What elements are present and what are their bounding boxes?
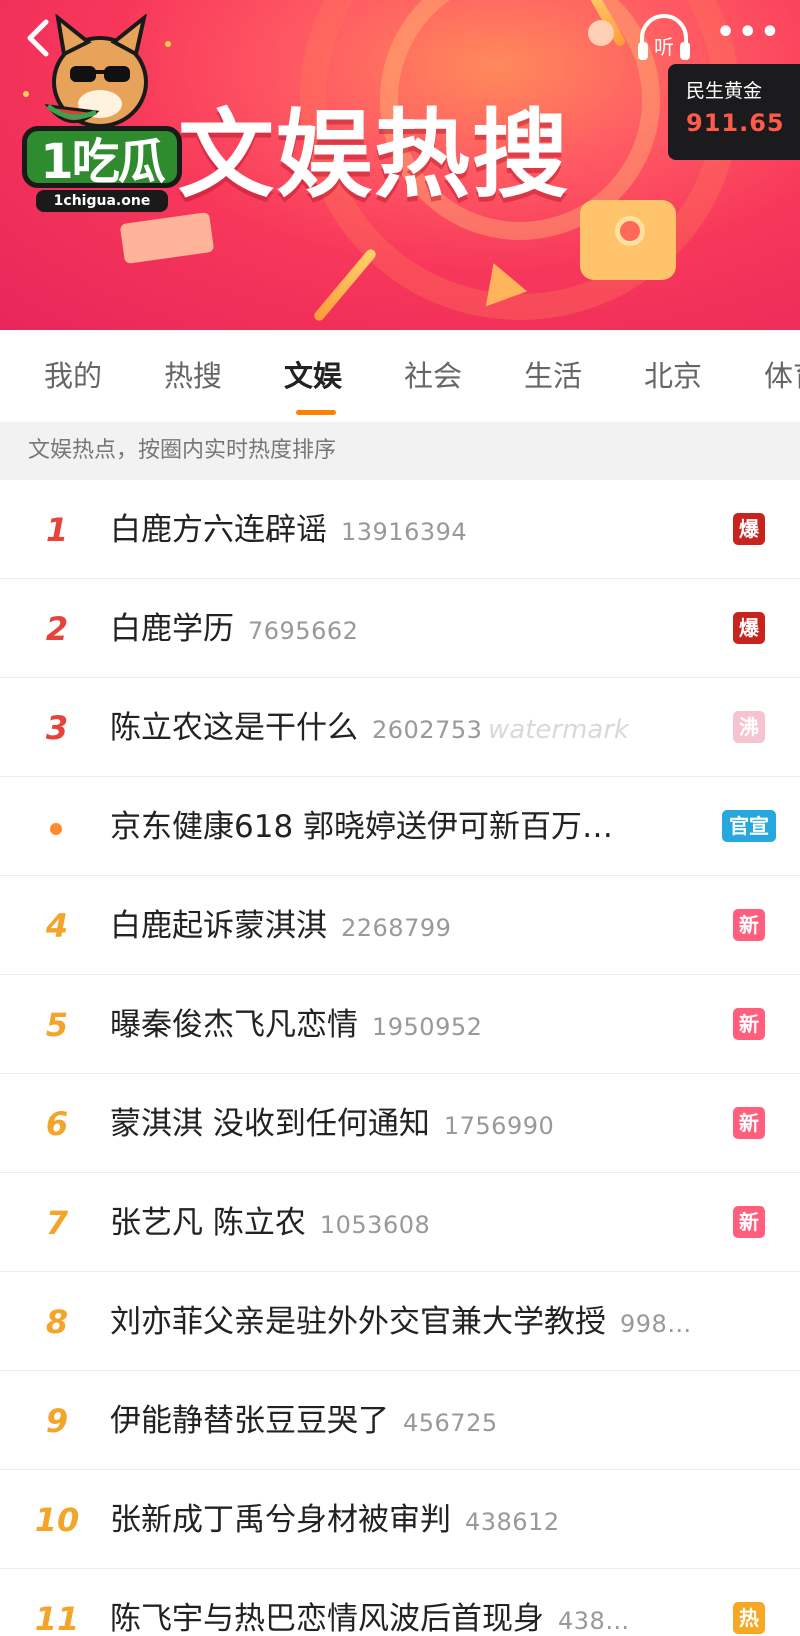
topic-title[interactable]: 曝秦俊杰飞凡恋情 1950952	[110, 1003, 482, 1047]
hot-search-list: 1 白鹿方六连辟谣 13916394 爆 2 白鹿学历 7695662 爆 3 陈立…	[0, 480, 800, 1636]
rank-number: 11	[34, 1600, 80, 1636]
topic-title[interactable]: 张新成丁禹兮身材被审判 438612	[110, 1498, 560, 1542]
heat-value: 438612	[465, 1508, 560, 1536]
rank-number: 2	[45, 610, 69, 648]
promoted-dot-icon	[50, 823, 62, 835]
topic-title[interactable]: 张艺凡 陈立农 1053608	[110, 1201, 430, 1245]
official-badge: 官宣	[722, 810, 776, 842]
topic-text: 京东健康618 郭晓婷送伊可新百万…	[110, 809, 614, 845]
list-item[interactable]: 11 陈飞宇与热巴恋情风波后首现身 438… 热	[0, 1569, 800, 1636]
rank-number: 1	[45, 511, 69, 549]
list-item[interactable]: 9 伊能静替张豆豆哭了 456725	[0, 1371, 800, 1470]
watermark-overlay: watermark	[488, 708, 728, 752]
logo-badge-text: 1吃瓜	[22, 126, 182, 190]
tab-hot-search[interactable]: 热搜	[164, 356, 222, 396]
list-item[interactable]: 8 刘亦菲父亲是驻外外交官兼大学教授 998…	[0, 1272, 800, 1371]
camera-lens	[615, 216, 645, 246]
banner-decoration-dot	[588, 20, 614, 46]
rank-number: 9	[45, 1402, 69, 1440]
listen-label: 听	[654, 35, 674, 59]
hot-badge: 热	[733, 1602, 765, 1634]
list-item-promoted[interactable]: 京东健康618 郭晓婷送伊可新百万… 官宣	[0, 777, 800, 876]
rank-number: 10	[34, 1501, 80, 1539]
topic-text: 陈飞宇与热巴恋情风波后首现身	[110, 1601, 544, 1636]
heat-value: 7695662	[248, 617, 359, 645]
cartoon-mascot-icon	[23, 14, 171, 128]
book-illustration	[119, 211, 215, 265]
banner-decoration-ray	[312, 247, 378, 323]
site-watermark-logo: 1吃瓜 1chigua.one	[18, 14, 183, 214]
heat-value: 998…	[620, 1310, 692, 1338]
heat-value: 2602753	[372, 716, 483, 744]
rank-number: 6	[45, 1105, 69, 1143]
rank-number: 5	[45, 1006, 69, 1044]
tab-beijing[interactable]: 北京	[644, 356, 702, 396]
topic-title[interactable]: 陈飞宇与热巴恋情风波后首现身 438…	[110, 1597, 630, 1636]
page-headline: 文娱热搜	[178, 99, 570, 211]
topic-text: 陈立农这是干什么	[110, 710, 358, 746]
topic-title[interactable]: 白鹿方六连辟谣 13916394	[110, 508, 467, 552]
heat-value: 438…	[558, 1607, 630, 1635]
tab-society[interactable]: 社会	[404, 356, 462, 396]
rank-number: 3	[45, 709, 69, 747]
rank-number: 4	[45, 907, 69, 945]
tab-life[interactable]: 生活	[524, 356, 582, 396]
tab-entertainment[interactable]: 文娱	[284, 356, 342, 396]
topic-text: 刘亦菲父亲是驻外外交官兼大学教授	[110, 1304, 606, 1340]
list-item[interactable]: 10 张新成丁禹兮身材被审判 438612	[0, 1470, 800, 1569]
topic-title[interactable]: 刘亦菲父亲是驻外外交官兼大学教授 998…	[110, 1300, 692, 1344]
topic-text: 白鹿起诉蒙淇淇	[110, 908, 327, 944]
listen-button[interactable]: 听	[636, 14, 692, 64]
gold-price-card[interactable]: 民生黄金 911.65	[668, 64, 800, 160]
topic-title[interactable]: 伊能静替张豆豆哭了 456725	[110, 1399, 498, 1443]
topic-title[interactable]: 蒙淇淇 没收到任何通知 1756990	[110, 1102, 554, 1146]
topic-text: 曝秦俊杰飞凡恋情	[110, 1007, 358, 1043]
headphones-icon: 听	[638, 14, 690, 60]
topic-title[interactable]: 白鹿学历 7695662	[110, 607, 358, 651]
rank-number: 8	[45, 1303, 69, 1341]
new-badge: 新	[733, 1107, 765, 1139]
explosive-badge: 爆	[733, 612, 765, 644]
heat-value: 1950952	[372, 1013, 483, 1041]
heat-value: 2268799	[341, 914, 452, 942]
topic-title[interactable]: 白鹿起诉蒙淇淇 2268799	[110, 904, 451, 948]
list-item[interactable]: 4 白鹿起诉蒙淇淇 2268799 新	[0, 876, 800, 975]
heat-value: 456725	[403, 1409, 498, 1437]
more-options-button[interactable]: •••	[716, 18, 780, 52]
list-item[interactable]: 2 白鹿学历 7695662 爆	[0, 579, 800, 678]
list-item[interactable]: 1 白鹿方六连辟谣 13916394 爆	[0, 480, 800, 579]
topic-text: 白鹿学历	[110, 611, 234, 647]
topic-text: 张新成丁禹兮身材被审判	[110, 1502, 451, 1538]
new-badge: 新	[733, 1008, 765, 1040]
topic-title[interactable]: 京东健康618 郭晓婷送伊可新百万…	[110, 805, 613, 849]
active-tab-indicator	[296, 410, 336, 415]
list-description: 文娱热点，按圈内实时热度排序	[0, 422, 800, 480]
category-tab-bar: 我的 热搜 文娱 社会 生活 北京 体育	[0, 330, 800, 422]
topic-text: 白鹿方六连辟谣	[110, 512, 327, 548]
list-item[interactable]: 3 陈立农这是干什么 2602753 watermark 沸	[0, 678, 800, 777]
heat-value: 1053608	[319, 1211, 431, 1239]
logo-url-text: 1chigua.one	[36, 190, 168, 212]
topic-title[interactable]: 陈立农这是干什么 2602753	[110, 706, 482, 750]
rank-number: 7	[45, 1204, 69, 1242]
tab-mine[interactable]: 我的	[44, 356, 102, 396]
tab-sports[interactable]: 体育	[764, 356, 800, 396]
boiling-badge: 沸	[733, 711, 765, 743]
topic-text: 蒙淇淇 没收到任何通知	[110, 1106, 430, 1142]
new-badge: 新	[733, 909, 765, 941]
list-item[interactable]: 5 曝秦俊杰飞凡恋情 1950952 新	[0, 975, 800, 1074]
new-badge: 新	[733, 1206, 765, 1238]
explosive-badge: 爆	[733, 513, 765, 545]
topic-text: 张艺凡 陈立农	[110, 1205, 306, 1241]
gold-name: 民生黄金	[686, 80, 763, 102]
list-item[interactable]: 7 张艺凡 陈立农 1053608 新	[0, 1173, 800, 1272]
list-item[interactable]: 6 蒙淇淇 没收到任何通知 1756990 新	[0, 1074, 800, 1173]
hot-search-banner: 1吃瓜 1chigua.one 文娱热搜 听 ••• 民生黄金 911.65	[0, 0, 800, 330]
heat-value: 13916394	[341, 518, 468, 546]
topic-text: 伊能静替张豆豆哭了	[110, 1403, 389, 1439]
heat-value: 1756990	[443, 1112, 555, 1140]
gold-price: 911.65	[686, 109, 785, 137]
